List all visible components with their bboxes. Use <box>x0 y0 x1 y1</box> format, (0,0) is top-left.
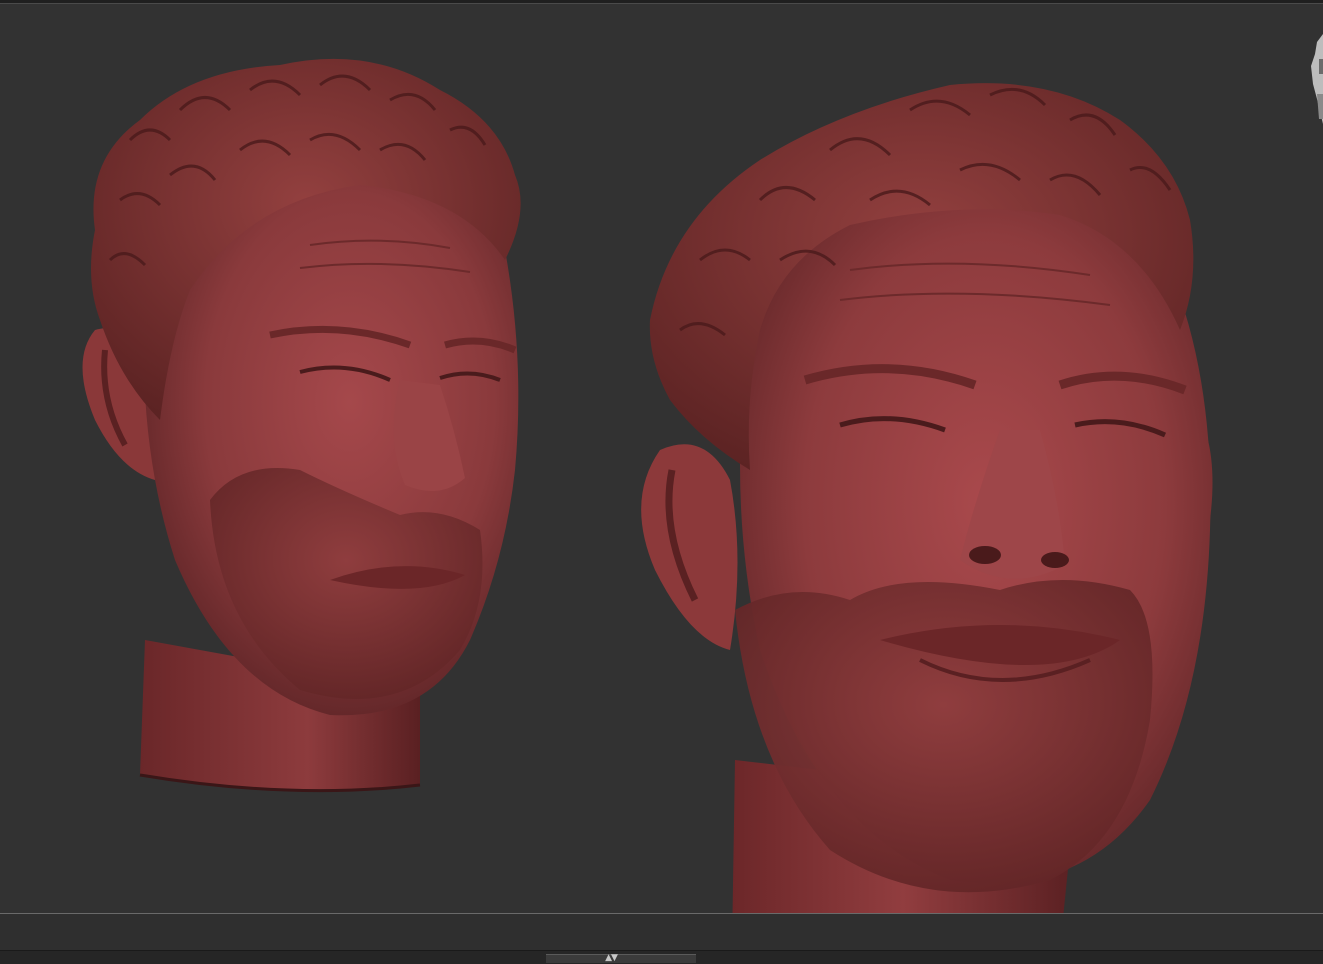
ear-right-side <box>641 444 738 650</box>
head-model-right[interactable] <box>641 83 1213 914</box>
bottom-shelf <box>0 914 1323 950</box>
head-model-left[interactable] <box>82 58 521 793</box>
tray-toggle-arrows-icon[interactable]: ▲▼ <box>599 953 623 963</box>
navigation-cube-icon[interactable] <box>1307 34 1323 129</box>
sculpt-app-window: ▲▼ <box>0 0 1323 964</box>
document-viewport[interactable] <box>0 4 1323 914</box>
viewport-canvas[interactable] <box>0 4 1323 914</box>
